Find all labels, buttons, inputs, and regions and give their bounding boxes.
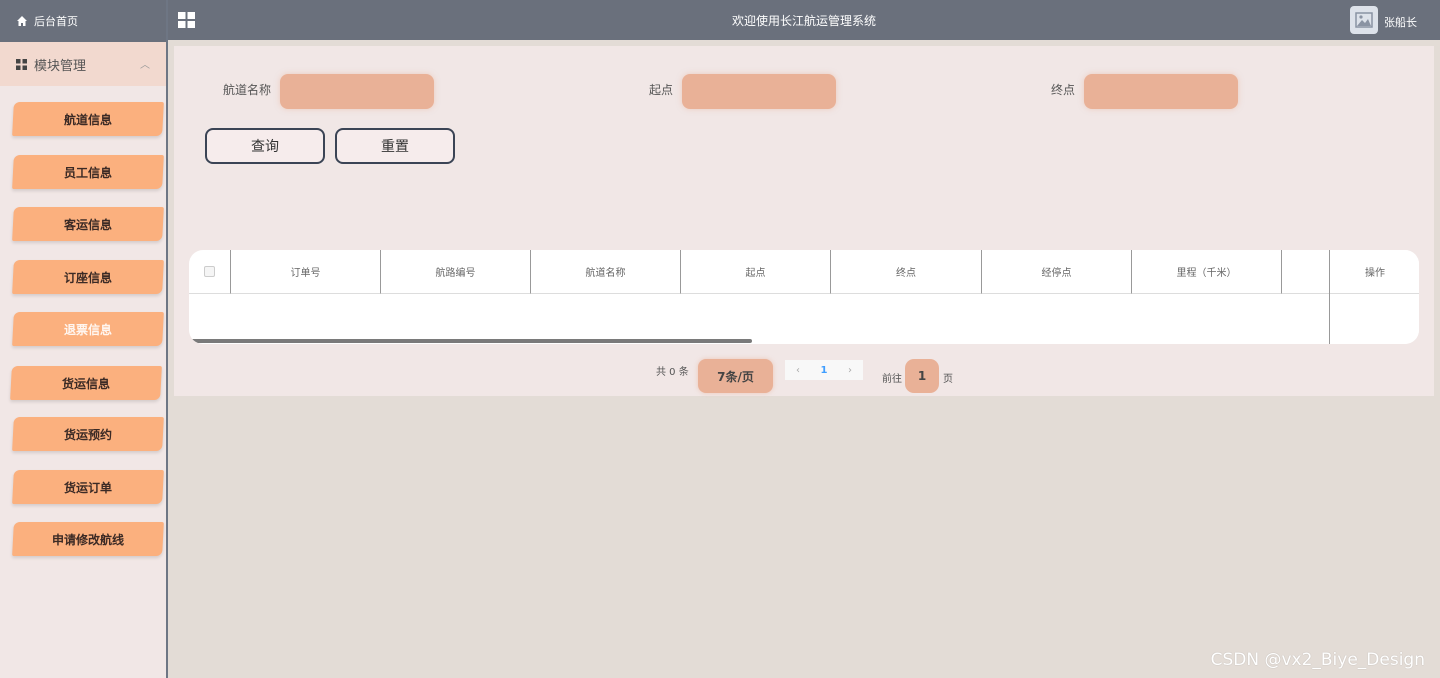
start-point-label: 起点 [649, 83, 674, 97]
column-header-actions: 操作 [1330, 250, 1419, 294]
module-label: 模块管理 [34, 58, 87, 74]
next-page-button[interactable]: › [837, 360, 863, 380]
sidebar-item-cargo-order[interactable]: 货运订单 [12, 470, 164, 504]
sidebar-item-label: 申请修改航线 [51, 532, 124, 547]
sidebar-item-label: 退票信息 [63, 322, 112, 337]
column-header-order-no[interactable]: 订单号 [231, 250, 381, 294]
page-number[interactable]: 1 [811, 360, 837, 380]
sidebar: 后台首页 模块管理 ︿ 航道信息 员工信息 客运信息 订座信息 退票信息 货运信… [0, 0, 168, 678]
apps-icon [16, 58, 27, 70]
end-point-input[interactable] [1084, 74, 1238, 109]
sidebar-item-channel-info[interactable]: 航道信息 [12, 102, 164, 136]
sidebar-item-cargo-reservation[interactable]: 货运预约 [12, 417, 164, 451]
channel-name-label: 航道名称 [223, 83, 272, 97]
chevron-up-icon: ︿ [140, 60, 150, 71]
column-header-route-no[interactable]: 航路编号 [381, 250, 531, 294]
channel-name-input[interactable] [280, 74, 434, 109]
action-column: 操作 [1329, 250, 1419, 344]
top-bar: 欢迎使用长江航运管理系统 张船长 [168, 0, 1440, 40]
data-table: 订单号 航路编号 航道名称 起点 终点 经停点 里程（千米） 操作 [189, 250, 1419, 344]
main-panel: 航道名称 起点 终点 查询 重置 订单号 航路编号 航道名称 起点 终点 经停点… [174, 46, 1434, 396]
query-button[interactable]: 查询 [205, 128, 325, 164]
sidebar-item-label: 订座信息 [63, 270, 112, 285]
system-title: 欢迎使用长江航运管理系统 [731, 14, 876, 28]
page-unit-label: 页 [943, 374, 953, 385]
total-count: 共 0 条 [656, 367, 689, 378]
sidebar-item-refund-info[interactable]: 退票信息 [12, 312, 164, 346]
column-header-stops[interactable]: 经停点 [982, 250, 1132, 294]
column-header-extra[interactable] [1282, 250, 1330, 294]
table-header: 订单号 航路编号 航道名称 起点 终点 经停点 里程（千米） [189, 250, 1419, 294]
sidebar-item-label: 航道信息 [63, 112, 112, 127]
sidebar-item-label: 货运预约 [63, 427, 112, 442]
start-point-input[interactable] [682, 74, 836, 109]
sidebar-item-label: 客运信息 [63, 217, 112, 232]
page-size-select[interactable]: 7条/页 [698, 359, 773, 393]
select-all-checkbox[interactable] [204, 266, 215, 277]
sidebar-item-cargo-info[interactable]: 货运信息 [10, 366, 162, 400]
image-placeholder-icon [1355, 12, 1373, 28]
sidebar-item-staff-info[interactable]: 员工信息 [12, 155, 164, 189]
horizontal-scrollbar[interactable] [191, 339, 752, 343]
watermark: CSDN @vx2_Biye_Design [1210, 650, 1425, 670]
sidebar-item-label: 货运信息 [61, 376, 110, 391]
end-point-label: 终点 [1051, 83, 1076, 97]
sidebar-item-label: 员工信息 [63, 165, 112, 180]
sidebar-item-booking-info[interactable]: 订座信息 [12, 260, 164, 294]
username[interactable]: 张船长 [1384, 14, 1417, 30]
reset-button[interactable]: 重置 [335, 128, 455, 164]
column-header-channel-name[interactable]: 航道名称 [531, 250, 681, 294]
prev-page-button[interactable]: ‹ [785, 360, 811, 380]
column-header-end[interactable]: 终点 [831, 250, 982, 294]
goto-page-input[interactable]: 1 [905, 359, 939, 393]
module-menu-header[interactable]: 模块管理 ︿ [0, 42, 166, 86]
home-label: 后台首页 [34, 15, 78, 28]
goto-label: 前往 [882, 374, 902, 385]
column-header-start[interactable]: 起点 [681, 250, 831, 294]
sidebar-item-label: 货运订单 [63, 480, 112, 495]
pager: ‹ 1 › [785, 360, 863, 380]
home-link[interactable]: 后台首页 [0, 0, 166, 42]
select-all-header [189, 250, 231, 294]
sidebar-item-passenger-info[interactable]: 客运信息 [12, 207, 164, 241]
column-header-mileage[interactable]: 里程（千米） [1132, 250, 1282, 294]
sidebar-item-route-change[interactable]: 申请修改航线 [12, 522, 164, 556]
home-icon [16, 15, 28, 27]
avatar[interactable] [1350, 6, 1378, 34]
